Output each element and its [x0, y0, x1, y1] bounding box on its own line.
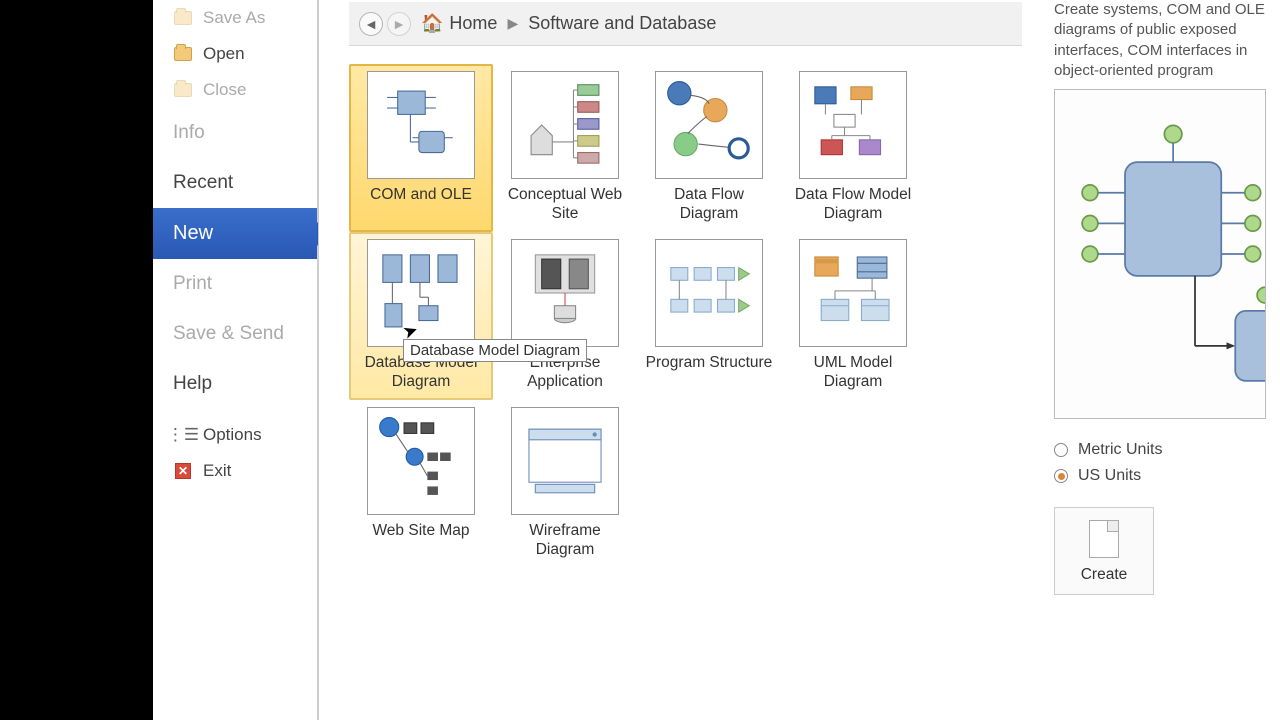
- close-label: Close: [203, 80, 246, 100]
- save-as-label: Save As: [203, 8, 265, 28]
- open-button[interactable]: Open: [153, 36, 317, 72]
- save-send-button[interactable]: Save & Send: [153, 309, 317, 359]
- create-label: Create: [1081, 566, 1128, 584]
- chevron-right-icon: ▶: [507, 15, 518, 32]
- recent-label: Recent: [173, 172, 233, 194]
- exit-label: Exit: [203, 461, 231, 481]
- template-label: COM and OLE: [370, 185, 472, 225]
- template-thumb: [511, 71, 619, 179]
- exit-icon: ✕: [173, 461, 193, 481]
- template-conceptual-web[interactable]: Conceptual Web Site: [493, 64, 637, 232]
- template-label: UML Model Diagram: [788, 353, 918, 393]
- nav-back-button[interactable]: ◄: [359, 12, 383, 36]
- breadcrumb: ◄ ► 🏠 Home ▶ Software and Database: [349, 2, 1022, 46]
- template-thumb: [367, 239, 475, 347]
- template-thumb: [655, 239, 763, 347]
- save-as-icon: [173, 8, 193, 28]
- main-panel: ◄ ► 🏠 Home ▶ Software and Database COM a…: [318, 0, 1040, 720]
- help-button[interactable]: Help: [153, 359, 317, 409]
- save-send-label: Save & Send: [173, 323, 284, 345]
- save-as-button[interactable]: Save As: [153, 0, 317, 36]
- template-preview: [1054, 89, 1266, 419]
- exit-button[interactable]: ✕ Exit: [153, 453, 317, 489]
- home-icon: 🏠: [421, 13, 443, 34]
- open-icon: [173, 44, 193, 64]
- page-icon: [1089, 520, 1119, 558]
- template-thumb: [655, 71, 763, 179]
- backstage-sidebar: Save As Open Close Info Recent New Print…: [153, 0, 318, 720]
- breadcrumb-home-label: Home: [449, 13, 497, 34]
- template-web-site-map[interactable]: Web Site Map: [349, 400, 493, 568]
- template-gallery: COM and OLE Conceptual Web Site Data Flo…: [319, 46, 1040, 720]
- info-label: Info: [173, 122, 205, 144]
- template-thumb: [799, 71, 907, 179]
- breadcrumb-current: Software and Database: [528, 13, 716, 34]
- template-enterprise-app[interactable]: Enterprise Application: [493, 232, 637, 400]
- options-button[interactable]: ⋮☰ Options: [153, 417, 317, 453]
- template-label: Conceptual Web Site: [500, 185, 630, 225]
- template-thumb: [511, 407, 619, 515]
- units-us-radio[interactable]: US Units: [1054, 467, 1266, 485]
- template-label: Program Structure: [646, 353, 773, 393]
- radio-label: US Units: [1078, 467, 1141, 485]
- create-button[interactable]: Create: [1054, 507, 1154, 595]
- radio-icon: [1054, 469, 1068, 483]
- options-label: Options: [203, 425, 262, 445]
- template-label: Wireframe Diagram: [500, 521, 630, 561]
- new-label: New: [173, 222, 213, 245]
- template-uml-model[interactable]: UML Model Diagram: [781, 232, 925, 400]
- template-data-flow[interactable]: Data Flow Diagram: [637, 64, 781, 232]
- template-program-structure[interactable]: Program Structure: [637, 232, 781, 400]
- template-label: Data Flow Diagram: [644, 185, 774, 225]
- recent-button[interactable]: Recent: [153, 158, 317, 208]
- open-label: Open: [203, 44, 245, 64]
- tooltip: Database Model Diagram: [403, 339, 587, 362]
- template-thumb: [511, 239, 619, 347]
- details-pane: Create systems, COM and OLE diagrams of …: [1040, 0, 1280, 720]
- radio-label: Metric Units: [1078, 441, 1162, 459]
- template-database-model[interactable]: Database Model Diagram ➤ Database Model …: [349, 232, 493, 400]
- template-description: Create systems, COM and OLE diagrams of …: [1054, 0, 1266, 81]
- close-icon: [173, 80, 193, 100]
- template-com-ole[interactable]: COM and OLE: [349, 64, 493, 232]
- print-button[interactable]: Print: [153, 259, 317, 309]
- help-label: Help: [173, 373, 212, 395]
- template-label: Data Flow Model Diagram: [788, 185, 918, 225]
- nav-forward-button[interactable]: ►: [387, 12, 411, 36]
- close-button[interactable]: Close: [153, 72, 317, 108]
- new-button[interactable]: New: [153, 208, 317, 259]
- template-thumb: [367, 71, 475, 179]
- template-thumb: [367, 407, 475, 515]
- template-wireframe[interactable]: Wireframe Diagram: [493, 400, 637, 568]
- template-data-flow-model[interactable]: Data Flow Model Diagram: [781, 64, 925, 232]
- print-label: Print: [173, 273, 212, 295]
- template-thumb: [799, 239, 907, 347]
- breadcrumb-home[interactable]: 🏠 Home: [421, 13, 497, 34]
- radio-icon: [1054, 443, 1068, 457]
- info-button[interactable]: Info: [153, 108, 317, 158]
- options-icon: ⋮☰: [173, 425, 193, 445]
- units-metric-radio[interactable]: Metric Units: [1054, 441, 1266, 459]
- template-label: Web Site Map: [372, 521, 469, 561]
